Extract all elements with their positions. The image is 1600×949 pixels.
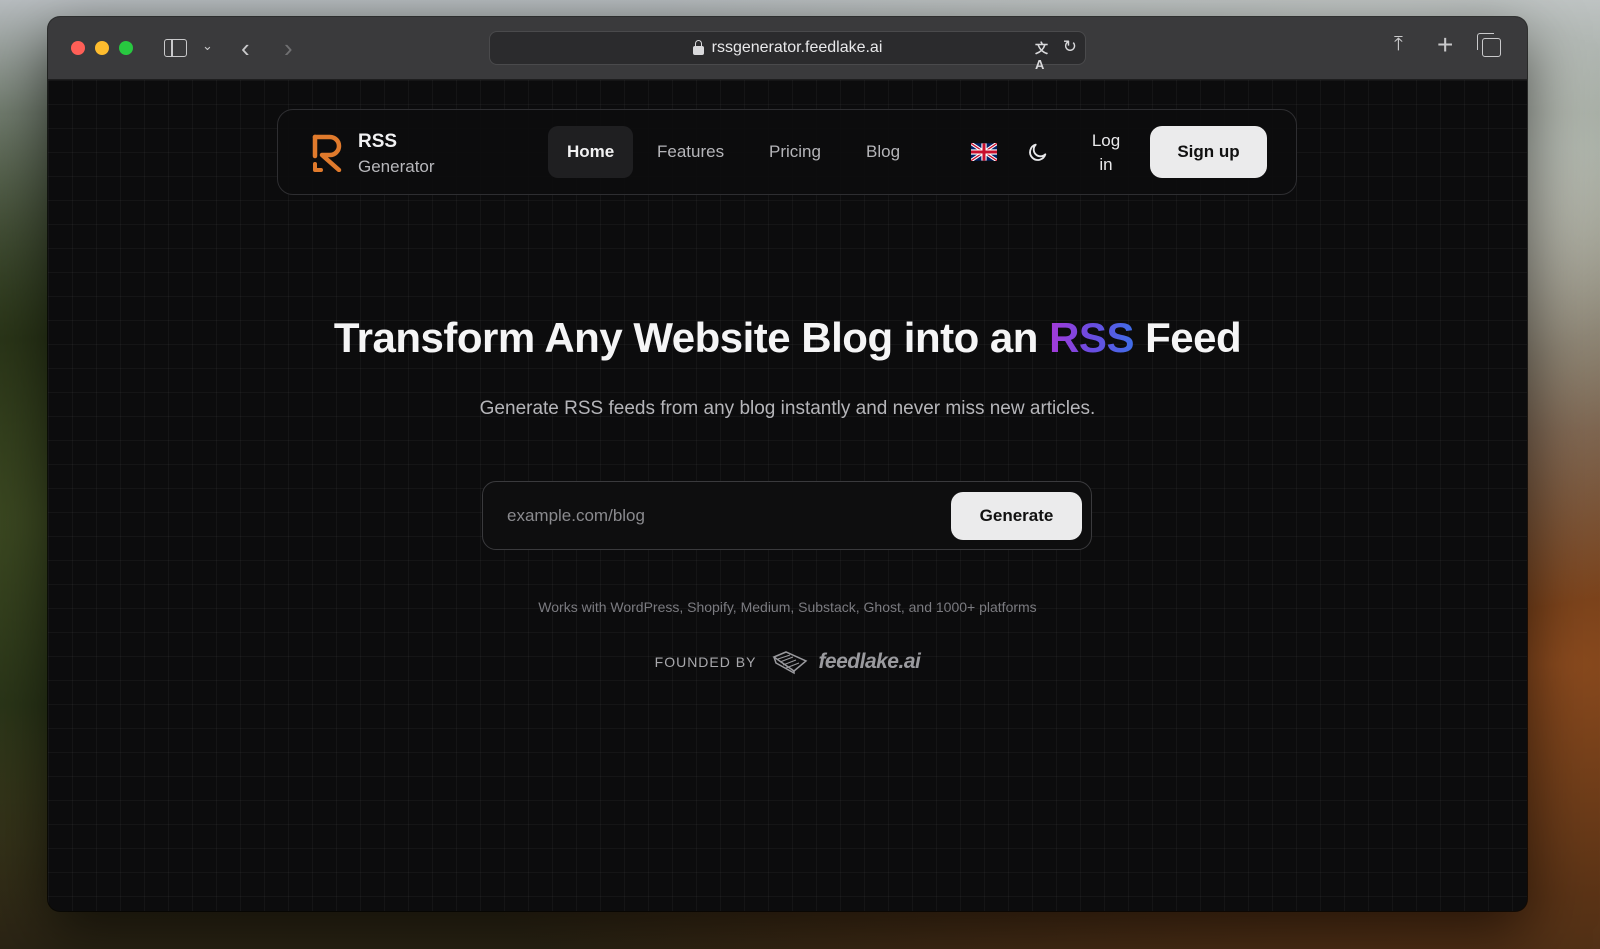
brand-subname[interactable]: Generator: [358, 157, 435, 177]
generate-button[interactable]: Generate: [951, 492, 1082, 540]
platforms-note: Works with WordPress, Shopify, Medium, S…: [538, 599, 1037, 615]
back-icon[interactable]: ‹: [241, 33, 250, 64]
site-navbar: RSS Generator Home Features Pricing Blog…: [277, 109, 1297, 195]
hero-title-highlight: RSS: [1049, 314, 1134, 361]
plus-icon[interactable]: +: [1437, 29, 1453, 61]
sidebar-icon[interactable]: [164, 39, 187, 57]
forward-icon[interactable]: ›: [284, 33, 293, 64]
hero-title-before: Transform Any Website Blog into an: [333, 314, 1050, 361]
reload-icon[interactable]: ↻: [1063, 37, 1077, 57]
close-window-button[interactable]: [71, 41, 85, 55]
share-icon[interactable]: ⤒: [1394, 33, 1403, 56]
translate-icon[interactable]: 文A: [1035, 38, 1057, 72]
nav-blog[interactable]: Blog: [847, 126, 919, 178]
browser-titlebar: ⌄ ‹ › rssgenerator.feedlake.ai 文A ↻ ⤒ +: [48, 17, 1527, 80]
rss-generator-logo-icon[interactable]: [312, 134, 346, 172]
maximize-window-button[interactable]: [119, 41, 133, 55]
founded-by: FOUNDED BY feedlake.ai: [48, 649, 1527, 675]
hero-subtitle: Generate RSS feeds from any blog instant…: [479, 398, 1096, 419]
signup-button[interactable]: Sign up: [1150, 126, 1267, 178]
lock-icon: [692, 39, 704, 55]
login-link[interactable]: Log in: [1086, 129, 1126, 177]
page-content: RSS Generator Home Features Pricing Blog…: [48, 80, 1527, 911]
browser-window: ⌄ ‹ › rssgenerator.feedlake.ai 文A ↻ ⤒ + …: [48, 17, 1527, 911]
founded-by-label: FOUNDED BY: [654, 654, 757, 670]
login-label-line1: Log: [1091, 131, 1121, 150]
nav-home[interactable]: Home: [548, 126, 634, 178]
feedlake-brand[interactable]: feedlake.ai: [818, 650, 920, 674]
url-form: Generate: [482, 481, 1092, 550]
address-bar[interactable]: rssgenerator.feedlake.ai 文A ↻: [489, 31, 1086, 72]
feedlake-logo-icon[interactable]: [772, 649, 808, 675]
minimize-window-button[interactable]: [95, 41, 109, 55]
nav-pricing[interactable]: Pricing: [750, 126, 840, 178]
hero-title-after: Feed: [1133, 314, 1242, 361]
nav-features[interactable]: Features: [638, 126, 743, 178]
blog-url-input[interactable]: [507, 500, 927, 532]
chevron-down-icon[interactable]: ⌄: [202, 38, 213, 54]
moon-icon[interactable]: [1027, 141, 1049, 163]
address-url: rssgenerator.feedlake.ai: [711, 39, 883, 56]
brand-name[interactable]: RSS: [358, 131, 397, 153]
tabs-icon[interactable]: [1477, 33, 1501, 57]
uk-flag-icon[interactable]: [971, 143, 997, 161]
login-label-line2: in: [1099, 155, 1113, 174]
hero-title: Transform Any Website Blog into an RSS F…: [48, 314, 1527, 362]
